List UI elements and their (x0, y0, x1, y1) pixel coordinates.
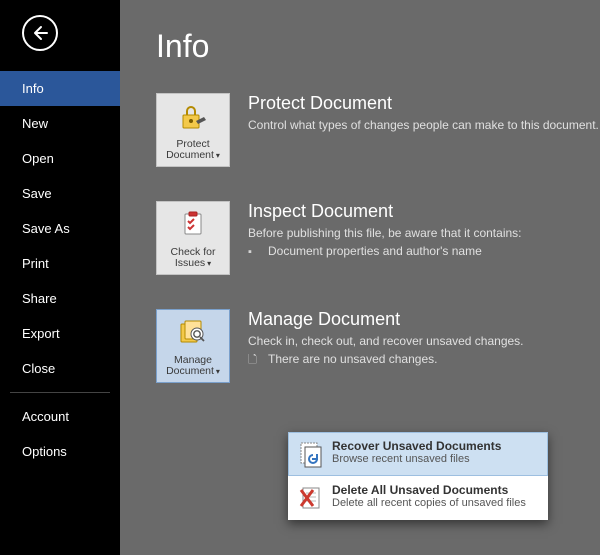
recover-sub: Browse recent unsaved files (332, 453, 501, 466)
sidebar: Info New Open Save Save As Print Share E… (0, 0, 120, 555)
back-arrow-icon (31, 24, 49, 42)
inspect-lead: Before publishing this file, be aware th… (248, 226, 600, 240)
manage-status-text: There are no unsaved changes. (268, 352, 437, 366)
sidebar-item-options[interactable]: Options (0, 434, 120, 469)
recover-title: Recover Unsaved Documents (332, 439, 501, 453)
menu-item-recover-unsaved[interactable]: Recover Unsaved Documents Browse recent … (288, 432, 548, 476)
section-manage: Manage Document▾ Manage Document Check i… (156, 309, 600, 383)
page-title: Info (156, 28, 600, 65)
document-stack-icon (177, 309, 209, 355)
section-protect: Protect Document▾ Protect Document Contr… (156, 93, 600, 167)
sidebar-separator (10, 392, 110, 393)
square-bullet-icon: ▪ (248, 244, 262, 260)
delete-title: Delete All Unsaved Documents (332, 483, 526, 497)
sidebar-item-print[interactable]: Print (0, 246, 120, 281)
caret-down-icon: ▾ (216, 367, 220, 376)
sidebar-item-account[interactable]: Account (0, 399, 120, 434)
backstage-view: Info New Open Save Save As Print Share E… (0, 0, 600, 555)
lock-icon (178, 93, 208, 139)
sidebar-item-info[interactable]: Info (0, 71, 120, 106)
back-button[interactable] (22, 15, 58, 51)
protect-desc: Control what types of changes people can… (248, 118, 600, 132)
delete-doc-icon (296, 483, 326, 513)
caret-down-icon: ▾ (216, 151, 220, 160)
sidebar-item-save-as[interactable]: Save As (0, 211, 120, 246)
inspect-bullet: ▪ Document properties and author's name (248, 244, 600, 260)
section-inspect: Check for Issues▾ Inspect Document Befor… (156, 201, 600, 275)
inspect-tile-label: Check for Issues▾ (168, 247, 219, 271)
sidebar-item-save[interactable]: Save (0, 176, 120, 211)
sidebar-item-export[interactable]: Export (0, 316, 120, 351)
inspect-title: Inspect Document (248, 201, 600, 222)
sidebar-item-share[interactable]: Share (0, 281, 120, 316)
sidebar-item-open[interactable]: Open (0, 141, 120, 176)
manage-tile-label: Manage Document▾ (163, 355, 223, 379)
document-icon: 🗋 (248, 352, 262, 368)
manage-document-menu: Recover Unsaved Documents Browse recent … (288, 432, 548, 520)
recover-doc-icon (296, 439, 326, 469)
manage-document-button[interactable]: Manage Document▾ (156, 309, 230, 383)
inspect-bullet-text: Document properties and author's name (268, 244, 482, 258)
manage-desc: Check in, check out, and recover unsaved… (248, 334, 600, 348)
sidebar-item-close[interactable]: Close (0, 351, 120, 386)
sidebar-item-new[interactable]: New (0, 106, 120, 141)
checklist-icon (178, 201, 208, 247)
manage-status: 🗋 There are no unsaved changes. (248, 352, 600, 368)
manage-title: Manage Document (248, 309, 600, 330)
check-for-issues-button[interactable]: Check for Issues▾ (156, 201, 230, 275)
protect-tile-label: Protect Document▾ (163, 139, 223, 163)
protect-document-button[interactable]: Protect Document▾ (156, 93, 230, 167)
delete-sub: Delete all recent copies of unsaved file… (332, 497, 526, 510)
caret-down-icon: ▾ (207, 259, 211, 268)
protect-title: Protect Document (248, 93, 600, 114)
menu-item-delete-unsaved[interactable]: Delete All Unsaved Documents Delete all … (288, 476, 548, 520)
main-panel: Info Protect Document▾ Protect Document … (120, 0, 600, 555)
